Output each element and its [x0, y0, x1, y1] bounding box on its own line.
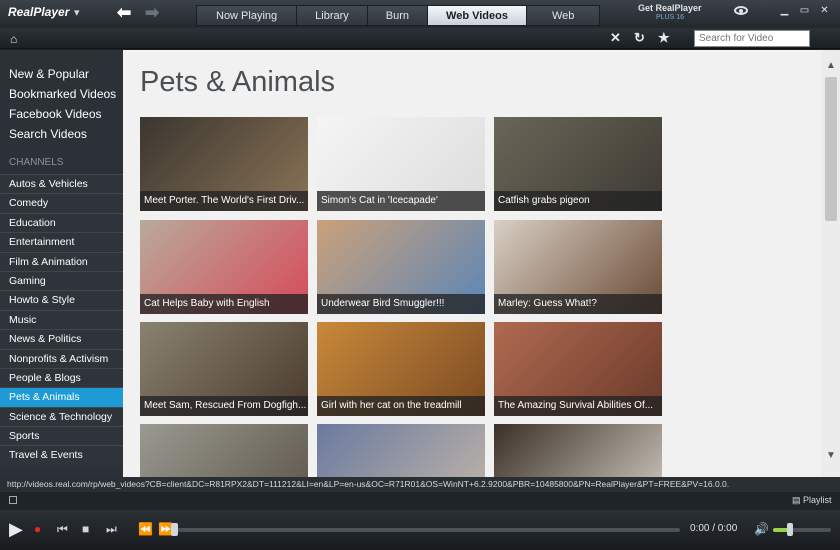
- sidebar-item-travel-events[interactable]: Travel & Events: [0, 445, 123, 465]
- home-icon[interactable]: ⌂: [10, 32, 17, 46]
- next-track-icon[interactable]: ⏭: [106, 522, 117, 537]
- get-realplayer-plus-link[interactable]: Get RealPlayer PLUS 16: [638, 4, 702, 22]
- sidebar-top-links: New & Popular Bookmarked Videos Facebook…: [0, 50, 123, 144]
- video-thumbnail[interactable]: [140, 424, 308, 477]
- tab-burn[interactable]: Burn: [366, 5, 428, 26]
- content-scrollbar[interactable]: ▲ ▼: [822, 50, 840, 477]
- video-thumbnail[interactable]: Underwear Bird Smuggler!!!: [317, 220, 485, 314]
- eye-icon[interactable]: [734, 6, 748, 15]
- video-thumbnail[interactable]: [494, 424, 662, 477]
- tab-now-playing[interactable]: Now Playing: [196, 5, 297, 26]
- sidebar-link-search-videos[interactable]: Search Videos: [0, 124, 123, 144]
- stop-icon[interactable]: ■: [82, 522, 89, 536]
- stop-loading-icon[interactable]: ✕: [610, 30, 621, 46]
- volume-speaker-icon[interactable]: 🔊: [754, 522, 769, 536]
- previous-track-icon[interactable]: ⏮: [57, 522, 68, 537]
- sidebar-item-howto-style[interactable]: Howto & Style: [0, 290, 123, 310]
- scroll-down-arrow-icon[interactable]: ▼: [826, 450, 836, 461]
- record-icon[interactable]: ●: [34, 522, 41, 536]
- sidebar-link-bookmarked-videos[interactable]: Bookmarked Videos: [0, 84, 123, 104]
- video-caption: Girl with her cat on the treadmill: [317, 396, 485, 416]
- sidebar-item-comedy[interactable]: Comedy: [0, 193, 123, 213]
- sidebar-item-people-blogs[interactable]: People & Blogs: [0, 367, 123, 388]
- realplayer-logo[interactable]: RealPlayer: [8, 5, 69, 19]
- video-caption: Underwear Bird Smuggler!!!: [317, 294, 485, 314]
- sidebar-item-film-animation[interactable]: Film & Animation: [0, 251, 123, 271]
- video-thumbnail[interactable]: Meet Sam, Rescued From Dogfigh...: [140, 322, 308, 416]
- sidebar-item-education[interactable]: Education: [0, 212, 123, 233]
- scrollbar-thumb[interactable]: [825, 77, 837, 221]
- maximize-icon[interactable]: ▭: [798, 5, 811, 17]
- video-caption: Meet Porter. The World's First Driv...: [140, 191, 308, 211]
- search-video-input[interactable]: [694, 30, 810, 47]
- video-caption: Marley: Guess What!?: [494, 294, 662, 314]
- time-display: 0:00 / 0:00: [690, 523, 738, 534]
- sidebar-item-pets-animals[interactable]: Pets & Animals: [0, 387, 123, 407]
- video-caption: Catfish grabs pigeon: [494, 191, 662, 211]
- sidebar-link-facebook-videos[interactable]: Facebook Videos: [0, 104, 123, 124]
- sidebar-item-science-technology[interactable]: Science & Technology: [0, 406, 123, 427]
- sidebar-link-new-popular[interactable]: New & Popular: [0, 64, 123, 84]
- tab-library[interactable]: Library: [296, 5, 367, 26]
- sidebar: New & Popular Bookmarked Videos Facebook…: [0, 50, 123, 477]
- seek-bar[interactable]: [175, 528, 680, 532]
- video-thumbnail[interactable]: Marley: Guess What!?: [494, 220, 662, 314]
- sidebar-item-music[interactable]: Music: [0, 309, 123, 330]
- tab-web[interactable]: Web: [525, 5, 601, 26]
- play-icon[interactable]: ▶: [9, 519, 23, 540]
- plus-version-label: PLUS 16: [656, 14, 685, 21]
- video-thumbnail[interactable]: Simon's Cat in 'Icecapade': [317, 117, 485, 211]
- sub-control-bar: ▤ Playlist: [0, 492, 840, 510]
- logo-text: RealPlayer: [8, 5, 70, 19]
- get-realplayer-label: Get RealPlayer: [638, 3, 702, 13]
- app-menu-chevron-down-icon[interactable]: ▾: [74, 6, 80, 19]
- back-arrow-icon[interactable]: ⬅: [117, 3, 131, 23]
- mini-mode-toggle-icon[interactable]: [9, 496, 17, 504]
- refresh-icon[interactable]: ↻: [634, 30, 645, 46]
- page-title: Pets & Animals: [140, 66, 336, 98]
- video-caption: Cat Helps Baby with English: [140, 294, 308, 314]
- sidebar-item-gaming[interactable]: Gaming: [0, 270, 123, 291]
- forward-arrow-icon[interactable]: ➡: [145, 3, 159, 23]
- video-thumbnail[interactable]: Girl with her cat on the treadmill: [317, 322, 485, 416]
- status-url-bar: http://videos.real.com/rp/web_videos?CB=…: [0, 477, 840, 492]
- seek-knob[interactable]: [171, 523, 178, 536]
- sidebar-item-entertainment[interactable]: Entertainment: [0, 232, 123, 252]
- video-caption: Simon's Cat in 'Icecapade': [317, 191, 485, 211]
- minimize-icon[interactable]: ▁: [778, 5, 791, 17]
- main-content: Pets & Animals Meet Porter. The World's …: [123, 50, 822, 477]
- video-caption: The Amazing Survival Abilities Of...: [494, 396, 662, 416]
- close-window-icon[interactable]: ✕: [818, 5, 831, 17]
- video-thumbnail[interactable]: [317, 424, 485, 477]
- sidebar-item-nonprofits-activism[interactable]: Nonprofits & Activism: [0, 348, 123, 368]
- title-bar: RealPlayer ▾ ⬅ ➡ Now Playing Library Bur…: [0, 0, 840, 28]
- volume-slider[interactable]: [773, 528, 831, 532]
- video-thumbnail[interactable]: Catfish grabs pigeon: [494, 117, 662, 211]
- browser-toolbar: ⌂ ✕ ↻ ★: [0, 28, 840, 49]
- playlist-button[interactable]: ▤ Playlist: [792, 495, 832, 506]
- video-thumbnail[interactable]: The Amazing Survival Abilities Of...: [494, 322, 662, 416]
- channels-heading: CHANNELS: [9, 157, 64, 168]
- tab-web-videos[interactable]: Web Videos: [427, 5, 526, 26]
- video-caption: Meet Sam, Rescued From Dogfigh...: [140, 396, 308, 416]
- video-thumbnail[interactable]: Meet Porter. The World's First Driv...: [140, 117, 308, 211]
- player-controls: ▶ ● ⏮ ■ ⏭ ⏪ ⏩ 0:00 / 0:00 🔊: [0, 510, 840, 550]
- main-tabs: Now Playing Library Burn Web Videos Web: [196, 5, 601, 26]
- channel-list: Autos & Vehicles Comedy Education Entert…: [0, 174, 123, 465]
- playlist-label: Playlist: [803, 495, 832, 505]
- scroll-up-arrow-icon[interactable]: ▲: [826, 60, 836, 71]
- sidebar-item-autos-vehicles[interactable]: Autos & Vehicles: [0, 174, 123, 194]
- bookmark-star-icon[interactable]: ★: [658, 30, 670, 46]
- rewind-icon[interactable]: ⏪: [138, 522, 153, 536]
- sidebar-item-news-politics[interactable]: News & Politics: [0, 329, 123, 349]
- volume-knob[interactable]: [787, 523, 794, 536]
- video-thumbnail[interactable]: Cat Helps Baby with English: [140, 220, 308, 314]
- sidebar-item-sports[interactable]: Sports: [0, 426, 123, 446]
